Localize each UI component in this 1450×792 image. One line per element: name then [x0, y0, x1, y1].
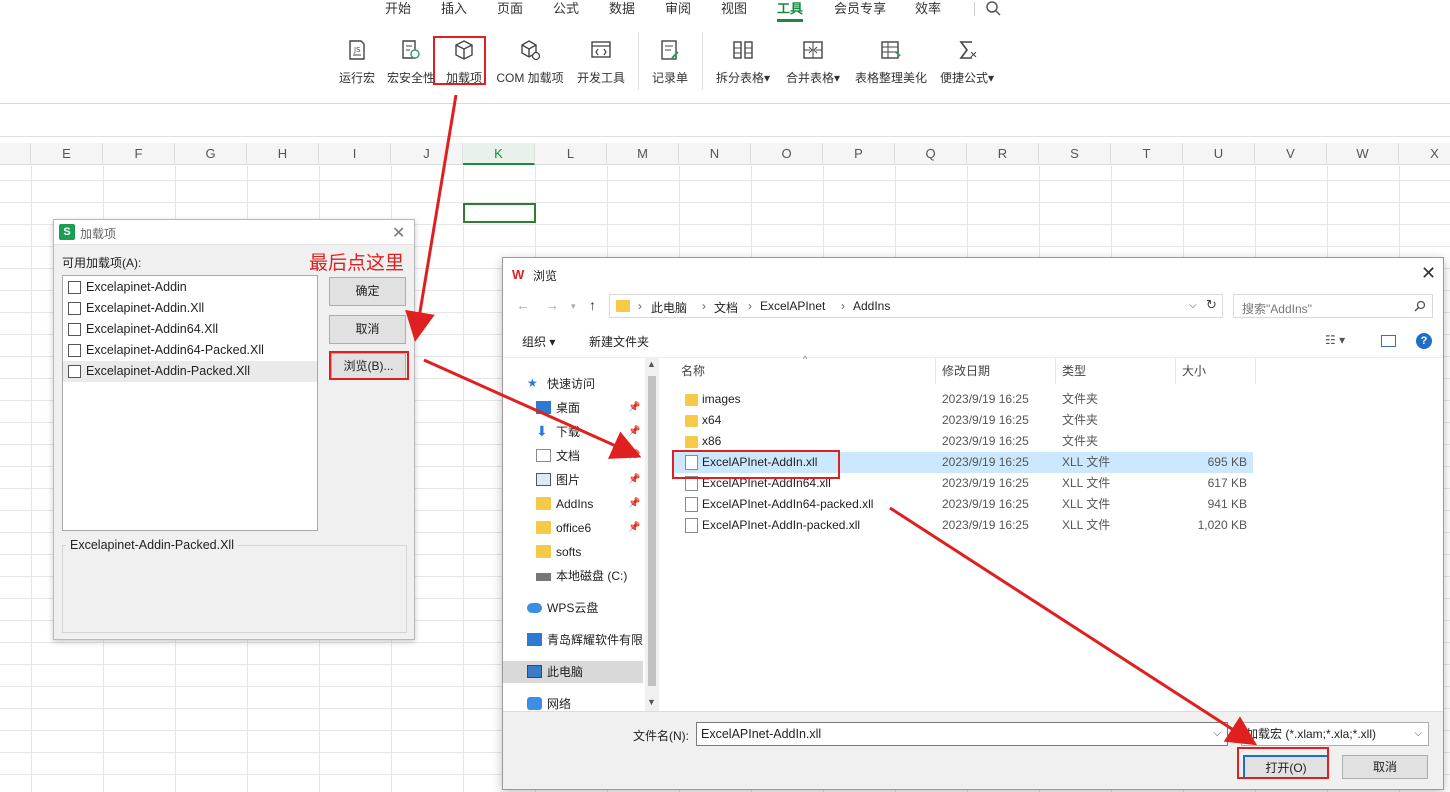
- arrow-to-file: [423, 358, 642, 459]
- annotation-arrows: [405, 94, 1258, 746]
- arrow-to-browse: [405, 94, 458, 342]
- arrow-to-open: [889, 506, 1258, 746]
